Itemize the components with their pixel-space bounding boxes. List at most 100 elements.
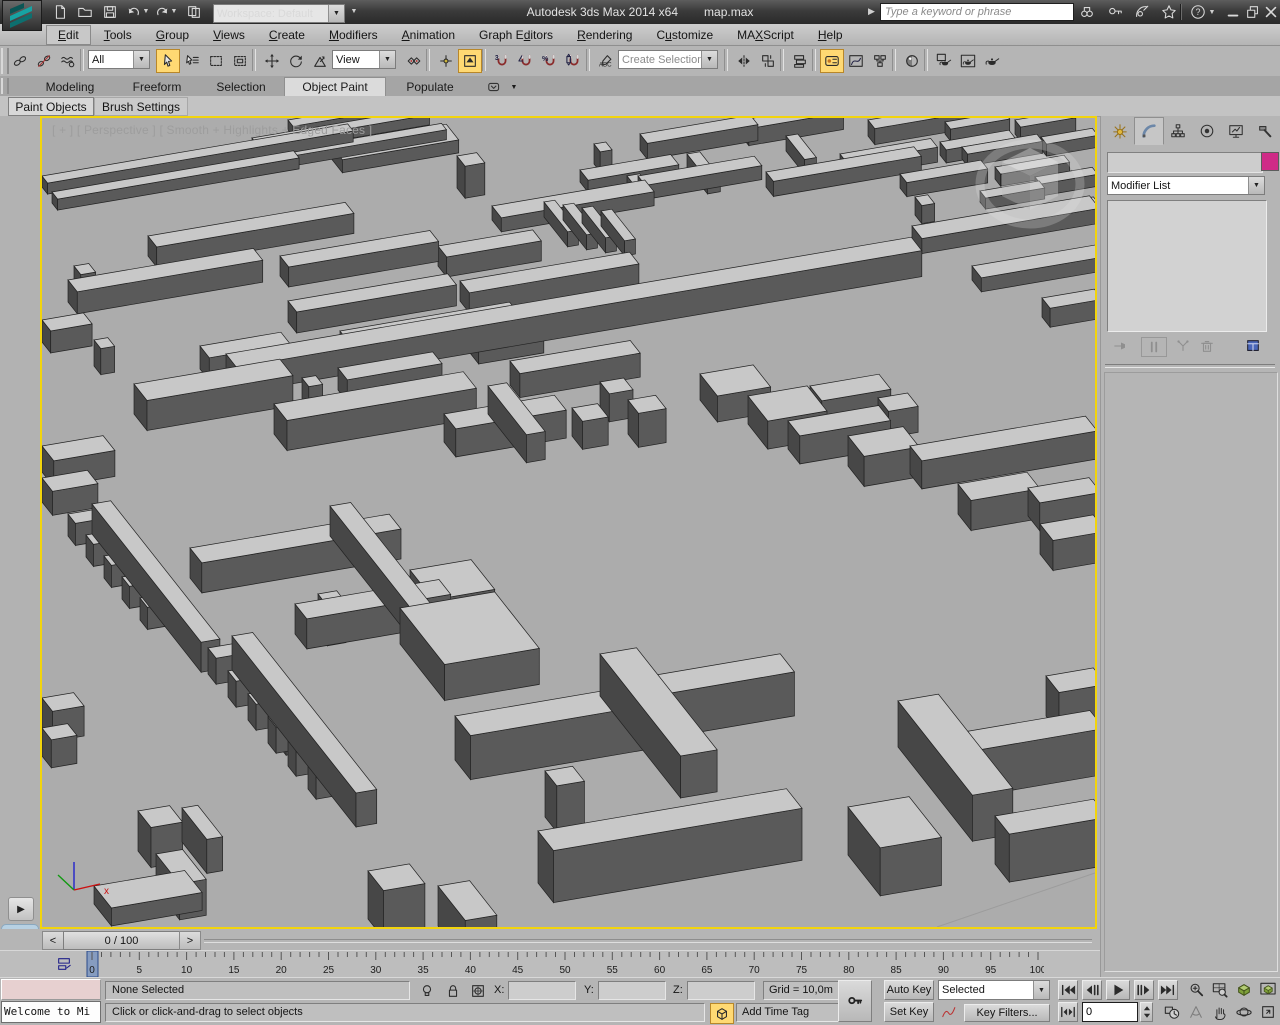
field-of-view-button[interactable] [1186, 1002, 1206, 1022]
favorites-star-button[interactable] [1158, 2, 1180, 22]
ribbon-tab-populate[interactable]: Populate [386, 78, 474, 96]
menu-group[interactable]: Group [145, 26, 200, 44]
set-keys-button[interactable] [838, 980, 872, 1022]
redo-button[interactable] [152, 2, 172, 22]
curve-editor-button[interactable] [844, 49, 868, 73]
menu-maxscript[interactable]: MAXScript [726, 26, 805, 44]
help-button[interactable]: ? [1188, 2, 1208, 22]
select-and-move-button[interactable] [260, 49, 284, 73]
key-mode-toggle-button[interactable] [1058, 1002, 1078, 1022]
building[interactable] [1040, 515, 1095, 571]
spinner-snap-toggle-button[interactable] [562, 49, 586, 73]
auto-key-button[interactable]: Auto Key [884, 980, 934, 1000]
ribbon-tab-freeform[interactable]: Freeform [116, 78, 198, 96]
edit-named-selection-sets-button[interactable]: ABC [594, 49, 618, 73]
angle-snap-toggle-button[interactable] [514, 49, 538, 73]
select-by-name-button[interactable] [180, 49, 204, 73]
ribbon-subtab-brush-settings[interactable]: Brush Settings [94, 97, 188, 116]
viewport-tab-arrow-button[interactable]: ▶ [8, 897, 34, 921]
time-slider[interactable]: 0 / 100 [63, 931, 180, 950]
absolute-mode-transform-toggle-button[interactable] [467, 981, 489, 1000]
maximize-viewport-toggle-button[interactable] [1258, 1002, 1278, 1022]
window-restore-button[interactable] [1244, 2, 1262, 22]
menu-create[interactable]: Create [258, 26, 316, 44]
panel-tab-motion[interactable] [1192, 117, 1222, 145]
x-coordinate-field[interactable] [508, 981, 576, 1000]
new-scene-button[interactable] [50, 2, 70, 22]
menu-animation[interactable]: Animation [391, 26, 466, 44]
application-menu-button[interactable] [2, 0, 42, 31]
maxscript-mini-listener[interactable]: Welcome to Mi [1, 1001, 101, 1023]
snaps-toggle-3d-button[interactable]: 3 [490, 49, 514, 73]
pin-stack-button[interactable] [1109, 337, 1133, 355]
ribbon-tab-modeling[interactable]: Modeling [24, 78, 116, 96]
zoom-button[interactable] [1186, 980, 1206, 1000]
building[interactable] [368, 864, 425, 927]
next-frame-small-button[interactable]: > [179, 931, 201, 950]
ribbon-tab-selection[interactable]: Selection [198, 78, 284, 96]
bind-to-space-warp-button[interactable] [56, 49, 80, 73]
ribbon-tab-object-paint[interactable]: Object Paint [284, 77, 386, 96]
frame-spinner[interactable] [1140, 1002, 1153, 1022]
menu-rendering[interactable]: Rendering [566, 26, 643, 44]
perspective-viewport[interactable]: x [ + ] [ Perspective ] [ Smooth + Highl… [40, 116, 1097, 929]
track-bar-groove[interactable] [204, 939, 1092, 943]
zoom-extents-all-button[interactable] [1258, 980, 1278, 1000]
building[interactable] [457, 153, 485, 199]
undo-button[interactable] [124, 2, 144, 22]
window-minimize-button[interactable] [1224, 2, 1242, 22]
panel-tab-hierarchy[interactable] [1163, 117, 1193, 145]
menu-tools[interactable]: Tools [93, 26, 143, 44]
toolbar-overflow-arrow-icon[interactable]: ▶ [868, 6, 875, 17]
menu-edit[interactable]: Edit [46, 25, 91, 45]
select-and-manipulate-button[interactable] [434, 49, 458, 73]
help-caret-icon[interactable]: ▼ [1208, 9, 1216, 16]
ribbon-minimize-caret-icon[interactable]: ▼ [508, 78, 520, 96]
named-selection-sets-dropdown[interactable]: Create Selection Se▼ [618, 50, 718, 69]
building[interactable] [42, 724, 77, 768]
percent-snap-toggle-button[interactable]: % [538, 49, 562, 73]
selection-set-dropdown[interactable]: Selected ▼ [938, 980, 1050, 1000]
pan-view-button[interactable] [1210, 1002, 1230, 1022]
key-filters-button[interactable]: Key Filters... [964, 1004, 1050, 1022]
material-editor-button[interactable] [900, 49, 924, 73]
use-pivot-point-center-button[interactable] [402, 49, 426, 73]
save-file-button[interactable] [100, 2, 120, 22]
panel-tab-create[interactable] [1105, 117, 1135, 145]
configure-modifier-sets-button[interactable] [1241, 337, 1265, 355]
license-key-button[interactable] [1104, 2, 1126, 22]
show-end-result-button[interactable] [1141, 337, 1167, 357]
menu-customize[interactable]: Customize [645, 26, 724, 44]
search-input[interactable] [880, 3, 1074, 21]
building[interactable] [42, 313, 92, 353]
graphite-modeling-tools-button[interactable] [820, 49, 844, 73]
timeline-ruler[interactable]: 0510152025303540455055606570758085909510… [86, 951, 1044, 977]
chevron-down-icon[interactable]: ▼ [328, 5, 344, 22]
building[interactable] [545, 766, 584, 832]
reference-coordinate-system-dropdown[interactable]: View▼ [332, 50, 396, 69]
chevron-down-icon[interactable]: ▼ [1033, 981, 1049, 999]
rendered-frame-window-button[interactable] [956, 49, 980, 73]
window-crossing-button[interactable] [228, 49, 252, 73]
building[interactable] [572, 404, 608, 450]
keyboard-shortcut-override-button[interactable] [458, 49, 482, 73]
modifier-stack-list[interactable] [1107, 200, 1267, 332]
ribbon-subtab-paint-objects[interactable]: Paint Objects [8, 97, 94, 116]
workspace-selector[interactable]: Workspace: Default ▼ [213, 4, 345, 23]
play-animation-button[interactable] [1106, 980, 1130, 1000]
project-folder-toggle-button[interactable] [184, 2, 204, 22]
align-button[interactable] [756, 49, 780, 73]
panel-tab-modify[interactable] [1134, 117, 1164, 145]
building[interactable] [628, 395, 666, 447]
open-file-button[interactable] [75, 2, 95, 22]
chevron-down-icon[interactable]: ▼ [1248, 177, 1264, 194]
y-coordinate-field[interactable] [598, 981, 666, 1000]
mirror-button[interactable] [732, 49, 756, 73]
open-mini-curve-editor-button[interactable] [44, 952, 84, 976]
building[interactable] [42, 470, 98, 515]
search-binoculars-button[interactable] [1076, 2, 1098, 22]
maxscript-mini-listener-macro[interactable] [1, 979, 101, 1000]
chevron-down-icon[interactable]: ▼ [701, 51, 717, 68]
ribbon-grip[interactable] [1, 78, 9, 94]
building[interactable] [94, 338, 115, 375]
